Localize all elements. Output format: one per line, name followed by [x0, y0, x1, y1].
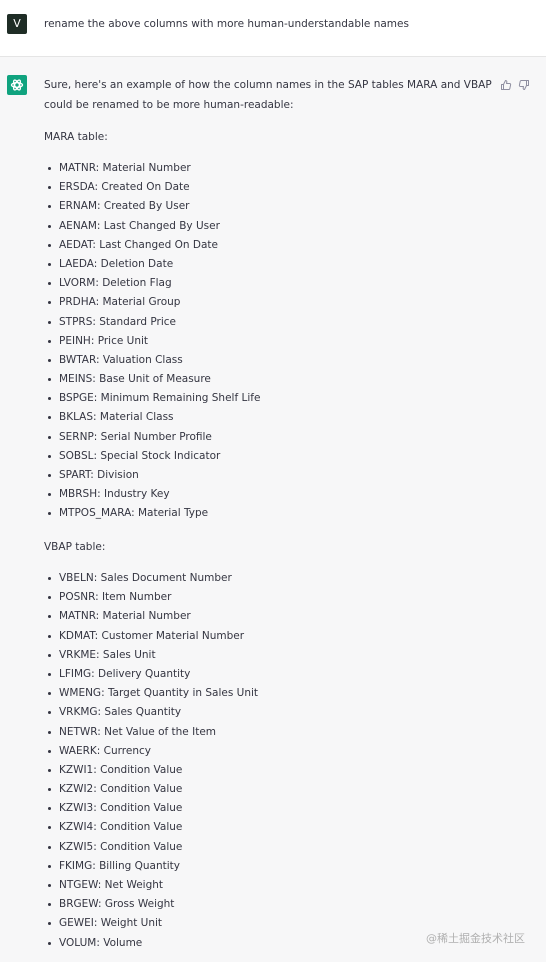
assistant-avatar	[7, 75, 27, 95]
vbap-column-item: MATNR: Material Number	[44, 607, 258, 626]
vbap-column-item: KZWI5: Condition Value	[44, 838, 258, 857]
mara-column-list: MATNR: Material Number ERSDA: Created On …	[44, 159, 260, 524]
mara-column-item: SPART: Division	[44, 466, 260, 485]
watermark-text: @稀土掘金技术社区	[426, 932, 525, 945]
mara-table-heading: MARA table:	[44, 131, 108, 143]
vbap-column-item: WAERK: Currency	[44, 742, 258, 761]
user-avatar: V	[7, 14, 27, 34]
vbap-column-item: VRKMG: Sales Quantity	[44, 703, 258, 722]
vbap-column-item: GEWEI: Weight Unit	[44, 914, 258, 933]
vbap-column-item: BRGEW: Gross Weight	[44, 895, 258, 914]
vbap-table-heading: VBAP table:	[44, 541, 106, 553]
vbap-column-item: KDMAT: Customer Material Number	[44, 627, 258, 646]
vbap-column-item: KZWI2: Condition Value	[44, 780, 258, 799]
mara-column-item: SOBSL: Special Stock Indicator	[44, 447, 260, 466]
mara-column-item: BWTAR: Valuation Class	[44, 351, 260, 370]
assistant-message-row: Sure, here's an example of how the colum…	[0, 57, 546, 962]
mara-column-item: SERNP: Serial Number Profile	[44, 428, 260, 447]
mara-column-item: LAEDA: Deletion Date	[44, 255, 260, 274]
vbap-column-list: VBELN: Sales Document Number POSNR: Item …	[44, 569, 258, 953]
mara-column-item: MTPOS_MARA: Material Type	[44, 504, 260, 523]
assistant-intro-text: Sure, here's an example of how the colum…	[44, 79, 492, 111]
mara-column-item: BKLAS: Material Class	[44, 408, 260, 427]
vbap-column-item: VRKME: Sales Unit	[44, 646, 258, 665]
mara-column-item: PRDHA: Material Group	[44, 293, 260, 312]
vbap-column-item: NTGEW: Net Weight	[44, 876, 258, 895]
vbap-column-item: POSNR: Item Number	[44, 588, 258, 607]
mara-column-item: AEDAT: Last Changed On Date	[44, 236, 260, 255]
mara-column-item: ERNAM: Created By User	[44, 197, 260, 216]
user-message-text: rename the above columns with more human…	[44, 18, 409, 30]
vbap-column-item: KZWI4: Condition Value	[44, 818, 258, 837]
mara-column-item: STPRS: Standard Price	[44, 313, 260, 332]
mara-column-item: MBRSH: Industry Key	[44, 485, 260, 504]
thumbs-up-icon[interactable]	[500, 76, 512, 90]
thumbs-down-icon[interactable]	[518, 76, 530, 90]
vbap-column-item: VOLUM: Volume	[44, 934, 258, 953]
vbap-column-item: KZWI1: Condition Value	[44, 761, 258, 780]
mara-column-item: AENAM: Last Changed By User	[44, 217, 260, 236]
mara-column-item: PEINH: Price Unit	[44, 332, 260, 351]
mara-column-item: LVORM: Deletion Flag	[44, 274, 260, 293]
openai-logo-icon	[10, 79, 24, 91]
vbap-column-item: KZWI3: Condition Value	[44, 799, 258, 818]
vbap-column-item: LFIMG: Delivery Quantity	[44, 665, 258, 684]
vbap-column-item: VBELN: Sales Document Number	[44, 569, 258, 588]
vbap-column-item: WMENG: Target Quantity in Sales Unit	[44, 684, 258, 703]
mara-column-item: MEINS: Base Unit of Measure	[44, 370, 260, 389]
user-message-row: V rename the above columns with more hum…	[0, 0, 546, 57]
mara-column-item: MATNR: Material Number	[44, 159, 260, 178]
vbap-column-item: NETWR: Net Value of the Item	[44, 723, 258, 742]
vbap-column-item: FKIMG: Billing Quantity	[44, 857, 258, 876]
mara-column-item: ERSDA: Created On Date	[44, 178, 260, 197]
mara-column-item: BSPGE: Minimum Remaining Shelf Life	[44, 389, 260, 408]
